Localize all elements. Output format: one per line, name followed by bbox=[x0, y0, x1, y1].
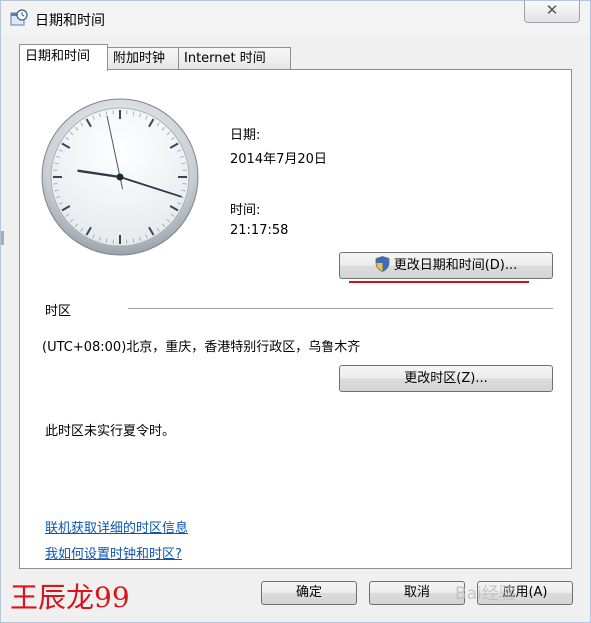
time-label: 时间: bbox=[230, 203, 261, 218]
change-date-time-button[interactable]: 更改日期和时间(D)... bbox=[339, 252, 553, 279]
timezone-value: (UTC+08:00)北京，重庆，香港特别行政区，乌鲁木齐 bbox=[42, 340, 361, 355]
change-timezone-button[interactable]: 更改时区(Z)... bbox=[339, 365, 553, 392]
date-time-dialog: 日期和时间 ✕ 日期和时间 附加时钟 Internet 时间 日期: 2014年… bbox=[0, 0, 591, 623]
window-title: 日期和时间 bbox=[35, 13, 105, 29]
dst-note: 此时区未实行夏令时。 bbox=[45, 424, 176, 439]
clock-center-pin bbox=[116, 173, 124, 181]
close-button[interactable]: ✕ bbox=[524, 1, 580, 23]
date-label: 日期: bbox=[230, 128, 261, 143]
date-time-panel: 日期: 2014年7月20日 时间: 21:17:58 更改日期和时间(D)..… bbox=[19, 69, 572, 569]
timezone-header: 时区 bbox=[45, 304, 72, 319]
tab-label: Internet 时间 bbox=[184, 51, 266, 66]
tab-additional-clocks[interactable]: 附加时钟 bbox=[107, 47, 179, 69]
date-value: 2014年7月20日 bbox=[230, 152, 327, 167]
tab-internet-time[interactable]: Internet 时间 bbox=[178, 47, 291, 69]
button-label: 确定 bbox=[295, 585, 322, 600]
title-bar: 日期和时间 ✕ bbox=[1, 1, 590, 35]
tab-label: 日期和时间 bbox=[25, 49, 91, 64]
uac-shield-icon bbox=[375, 256, 390, 272]
red-underline-annotation bbox=[349, 281, 529, 283]
link-timezone-info-online[interactable]: 联机获取详细的时区信息 bbox=[45, 517, 188, 536]
ok-button[interactable]: 确定 bbox=[261, 581, 357, 605]
date-time-app-icon bbox=[10, 9, 28, 26]
tab-label: 附加时钟 bbox=[113, 51, 166, 66]
cancel-button[interactable]: 取消 bbox=[369, 581, 465, 605]
time-value: 21:17:58 bbox=[230, 223, 289, 238]
close-icon: ✕ bbox=[545, 1, 559, 19]
analog-clock bbox=[41, 98, 199, 256]
button-label: 更改日期和时间(D)... bbox=[393, 258, 518, 273]
timezone-separator bbox=[128, 308, 553, 309]
link-how-to-set-clock[interactable]: 我如何设置时钟和时区? bbox=[45, 543, 182, 562]
button-label: 更改时区(Z)... bbox=[404, 371, 488, 386]
author-watermark: 王辰龙99 bbox=[10, 581, 130, 614]
left-edge-artifact bbox=[1, 231, 4, 245]
baidu-watermark: Bai经验 bbox=[455, 584, 516, 604]
tab-date-time[interactable]: 日期和时间 bbox=[19, 44, 108, 71]
button-label: 取消 bbox=[403, 585, 430, 600]
